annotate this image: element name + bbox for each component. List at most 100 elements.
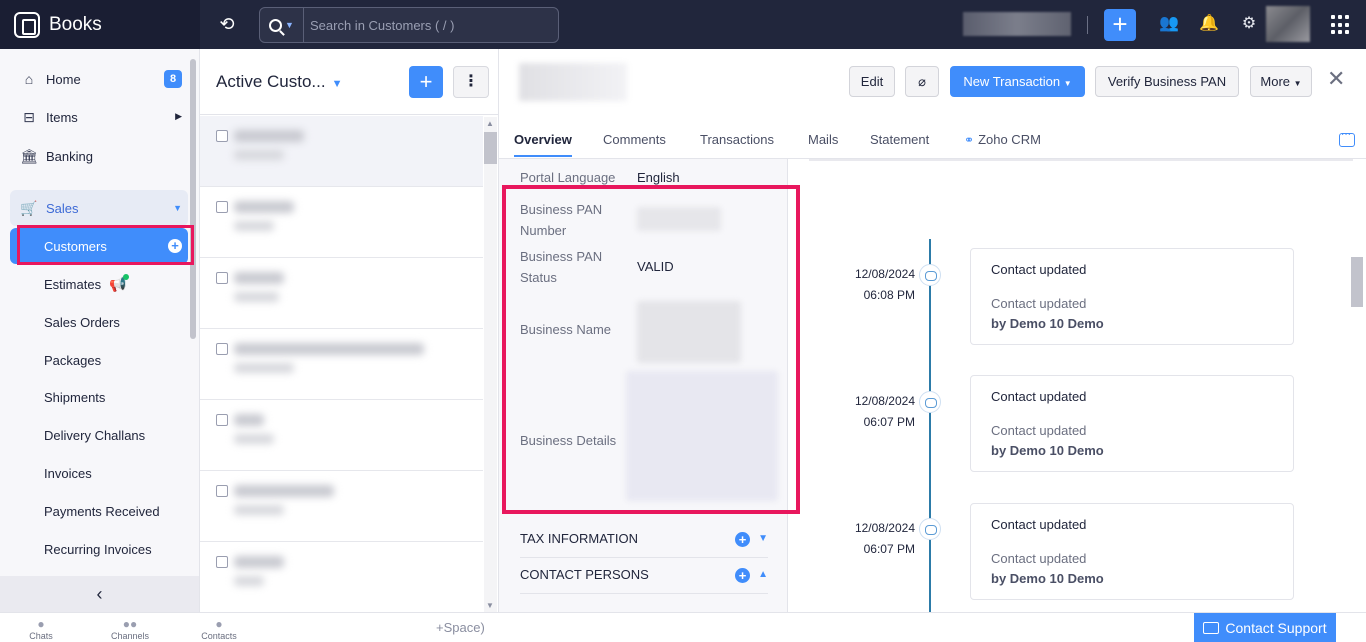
bottom-label: Contacts — [201, 631, 237, 641]
sidebar-item-payments-received[interactable]: Payments Received — [10, 493, 188, 529]
row-checkbox[interactable] — [216, 272, 228, 284]
channels-icon: ●● — [122, 617, 138, 631]
apps-grid-icon[interactable] — [1331, 15, 1351, 35]
sidebar-item-label: Payments Received — [44, 503, 160, 519]
row-checkbox[interactable] — [216, 414, 228, 426]
search-input[interactable] — [304, 9, 558, 41]
timeline-card: Contact updated Contact updated by Demo … — [970, 503, 1294, 600]
list-item[interactable] — [200, 116, 483, 187]
tab-statement[interactable]: Statement — [870, 132, 929, 155]
app-name: Books — [49, 13, 102, 35]
sidebar-item-sales-orders[interactable]: Sales Orders — [10, 304, 188, 340]
row-checkbox[interactable] — [216, 556, 228, 568]
sidebar-item-banking[interactable]: 🏛 Banking — [10, 138, 188, 174]
sidebar-item-estimates[interactable]: Estimates 📢 — [10, 266, 188, 302]
mail-icon — [1203, 621, 1220, 634]
row-checkbox[interactable] — [216, 343, 228, 355]
sidebar-item-label: Banking — [46, 148, 93, 164]
timeline-card: Contact updated Contact updated by Demo … — [970, 248, 1294, 345]
bag-icon: ⊟ — [23, 108, 35, 125]
sidebar-item-label: Estimates — [44, 276, 102, 292]
sidebar-item-items[interactable]: ⊟ Items ▶ — [10, 99, 188, 135]
more-options-button[interactable]: ⋮ — [453, 66, 489, 98]
edit-button[interactable]: Edit — [849, 66, 895, 97]
sidebar-item-label: Home — [46, 71, 81, 87]
sidebar-scrollbar[interactable] — [190, 59, 196, 339]
recent-history-icon[interactable]: ⟲ — [216, 13, 238, 35]
sidebar-item-home[interactable]: ⌂ Home 8 — [10, 61, 188, 97]
sidebar-item-shipments[interactable]: Shipments — [10, 379, 188, 415]
list-item[interactable] — [200, 400, 483, 471]
timeline-author: by Demo 10 Demo — [991, 571, 1104, 586]
bell-icon[interactable]: 🔔 — [1198, 13, 1220, 35]
channels-button[interactable]: ●● Channels — [100, 617, 160, 641]
contacts-button[interactable]: ● Contacts — [189, 617, 249, 641]
button-label: More — [1260, 74, 1291, 89]
list-item[interactable] — [200, 329, 483, 400]
sidebar-item-invoices[interactable]: Invoices — [10, 455, 188, 491]
list-item[interactable] — [200, 542, 483, 612]
bank-icon: 🏛 — [20, 147, 38, 164]
avatar[interactable] — [1266, 6, 1310, 42]
organization-switcher[interactable] — [963, 12, 1071, 36]
list-scrollbar[interactable]: ▲ ▼ — [484, 117, 497, 612]
timeline-title: Contact updated — [991, 517, 1087, 532]
section-title: CONTACT PERSONS — [520, 567, 649, 582]
new-feature-dot — [122, 274, 129, 280]
row-checkbox[interactable] — [216, 130, 228, 142]
add-tax-info-icon[interactable]: + — [735, 532, 750, 547]
search-box: ▼ — [259, 7, 559, 43]
tab-mails[interactable]: Mails — [808, 132, 838, 155]
sidebar-item-delivery-challans[interactable]: Delivery Challans — [10, 417, 188, 453]
collapse-sidebar-button[interactable]: ‹ — [0, 576, 199, 612]
quick-create-button[interactable]: + — [1104, 9, 1136, 41]
customer-detail-panel: Edit ⌀ New Transaction ▼ Verify Business… — [499, 49, 1366, 612]
sidebar-item-label: Items — [46, 109, 78, 125]
caret-down-icon: ▼ — [1063, 79, 1072, 88]
tab-transactions[interactable]: Transactions — [700, 132, 774, 155]
attachment-button[interactable]: ⌀ — [905, 66, 939, 97]
bottom-label: Channels — [110, 631, 150, 641]
verify-business-pan-button[interactable]: Verify Business PAN — [1095, 66, 1239, 97]
search-scope-button[interactable]: ▼ — [260, 8, 304, 42]
search-icon — [269, 18, 283, 32]
app-brand[interactable]: Books — [0, 0, 200, 49]
timeline-date: 12/08/2024 — [854, 521, 915, 535]
comment-icon[interactable] — [1339, 129, 1355, 147]
sidebar-item-sales[interactable]: 🛒 Sales ▼ — [10, 190, 188, 226]
new-customer-button[interactable]: + — [409, 66, 443, 98]
gear-icon[interactable]: ⚙ — [1238, 13, 1260, 35]
sidebar-item-recurring-invoices[interactable]: Recurring Invoices — [10, 531, 188, 567]
add-contact-person-icon[interactable]: + — [735, 568, 750, 583]
row-checkbox[interactable] — [216, 201, 228, 213]
list-item[interactable] — [200, 187, 483, 258]
chevron-down-icon[interactable]: ▼ — [758, 522, 768, 556]
timeline-time: 06:07 PM — [863, 415, 915, 429]
contact-persons-section[interactable]: CONTACT PERSONS + ▲ — [520, 558, 768, 594]
close-icon[interactable]: ✕ — [1327, 67, 1345, 91]
tab-overview[interactable]: Overview — [514, 132, 572, 157]
chats-button[interactable]: ● Chats — [11, 617, 71, 641]
divider — [809, 159, 1353, 161]
detail-scrollbar[interactable] — [1351, 257, 1363, 307]
list-item[interactable] — [200, 471, 483, 542]
home-icon: ⌂ — [24, 71, 34, 87]
list-view-selector[interactable]: Active Custo... ▼ — [216, 72, 343, 92]
highlight-annotation — [17, 225, 194, 265]
crm-icon: ⚭ — [964, 133, 975, 147]
sidebar-item-packages[interactable]: Packages — [10, 342, 188, 378]
chevron-up-icon[interactable]: ▲ — [758, 558, 768, 592]
highlight-annotation — [502, 185, 800, 514]
new-transaction-button[interactable]: New Transaction ▼ — [950, 66, 1085, 97]
tab-zoho-crm[interactable]: ⚭ Zoho CRM — [964, 132, 1041, 155]
row-checkbox[interactable] — [216, 485, 228, 497]
more-button[interactable]: More ▼ — [1250, 66, 1312, 97]
sidebar: ⌂ Home 8 ⊟ Items ▶ 🏛 Banking 🛒 Sales ▼ C… — [0, 49, 200, 612]
sidebar-item-label: Packages — [44, 352, 102, 368]
books-logo-icon — [14, 11, 40, 38]
tax-information-section[interactable]: TAX INFORMATION + ▼ — [520, 522, 768, 558]
contact-support-button[interactable]: Contact Support — [1194, 613, 1336, 642]
tab-comments[interactable]: Comments — [603, 132, 666, 155]
list-item[interactable] — [200, 258, 483, 329]
users-icon[interactable]: 👥 — [1158, 13, 1180, 35]
